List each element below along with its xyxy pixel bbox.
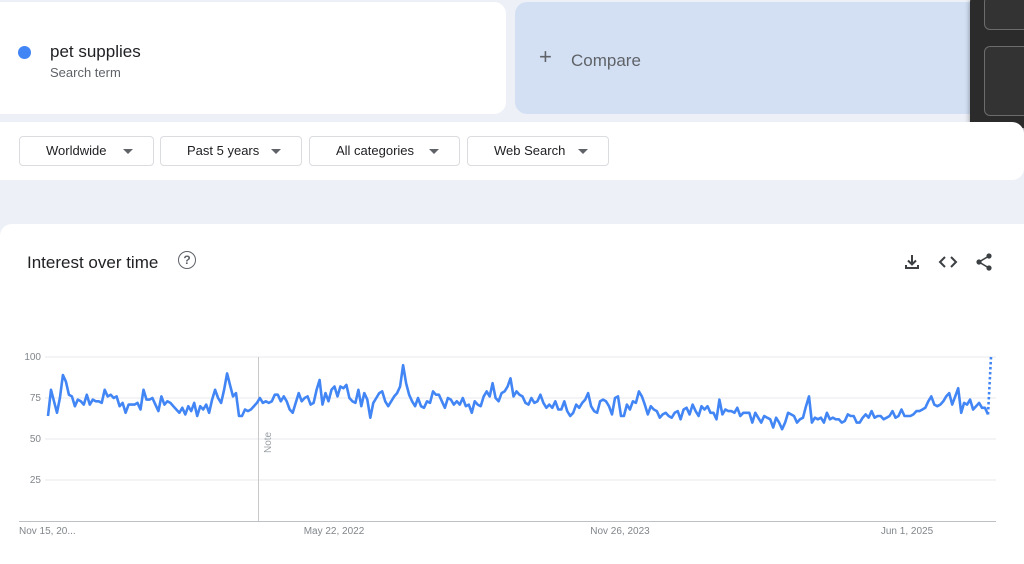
chevron-down-icon bbox=[429, 149, 439, 154]
overlay-button-top[interactable] bbox=[984, 0, 1024, 30]
overlay-button-bottom[interactable] bbox=[984, 46, 1024, 116]
region-dropdown[interactable]: Worldwide bbox=[19, 136, 154, 166]
y-tick-label: 100 bbox=[24, 352, 41, 363]
x-tick-label: Jun 1, 2025 bbox=[881, 526, 934, 537]
note-marker-label: Note bbox=[263, 431, 274, 453]
y-tick-label: 75 bbox=[30, 393, 42, 404]
search-term-name[interactable]: pet supplies bbox=[50, 42, 141, 62]
series-line-partial bbox=[986, 356, 993, 415]
time-range-value: Past 5 years bbox=[187, 143, 260, 158]
series-color-dot bbox=[18, 46, 31, 59]
plus-icon: + bbox=[539, 44, 552, 69]
chevron-down-icon bbox=[271, 149, 281, 154]
search-type-dropdown[interactable]: Web Search bbox=[467, 136, 609, 166]
compare-button[interactable]: + Compare bbox=[515, 2, 1024, 114]
filters-bar: Worldwide Past 5 years All categories We… bbox=[0, 122, 1024, 180]
x-tick-label: May 22, 2022 bbox=[304, 526, 365, 537]
overlay-panel bbox=[970, 0, 1024, 128]
series-line-pet-supplies bbox=[46, 363, 990, 431]
chevron-down-icon bbox=[123, 149, 133, 154]
y-tick-label: 25 bbox=[30, 475, 42, 486]
category-dropdown[interactable]: All categories bbox=[309, 136, 460, 166]
compare-label: Compare bbox=[571, 51, 641, 70]
x-tick-label: Nov 26, 2023 bbox=[590, 526, 650, 537]
category-value: All categories bbox=[336, 143, 415, 158]
y-tick-label: 50 bbox=[30, 434, 42, 445]
region-value: Worldwide bbox=[46, 143, 107, 158]
x-tick-label: Nov 15, 20... bbox=[19, 526, 76, 537]
interest-chart: 25 50 75 100 Note Nov 15, 20... May 22, 2022… bbox=[19, 352, 996, 537]
interest-over-time-card: Interest over time ? 25 50 75 100 Note Nov … bbox=[0, 224, 1024, 564]
search-term-subtitle: Search term bbox=[50, 65, 121, 80]
search-term-card[interactable]: pet supplies Search term bbox=[0, 2, 506, 114]
time-range-dropdown[interactable]: Past 5 years bbox=[160, 136, 302, 166]
chevron-down-icon bbox=[578, 149, 588, 154]
search-type-value: Web Search bbox=[494, 143, 566, 158]
